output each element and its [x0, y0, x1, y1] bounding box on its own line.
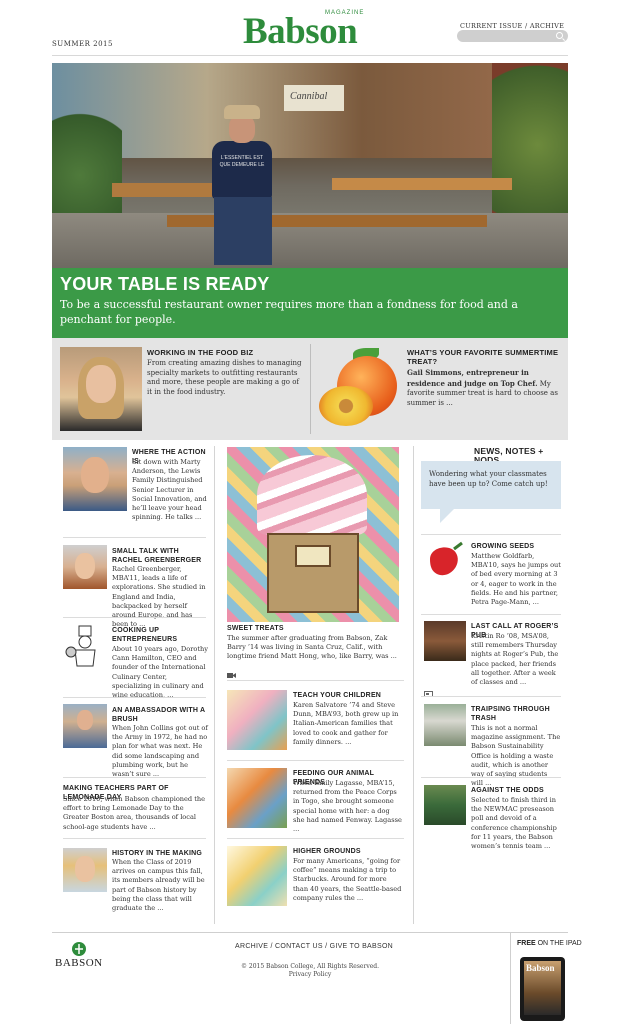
hero-image[interactable]: Cannibal L'ESSENTIEL EST QUE DEMEURE LE [52, 63, 568, 268]
feature-strip: WORKING IN THE FOOD BIZ From creating am… [52, 338, 568, 440]
video-icon[interactable] [227, 664, 236, 678]
item-text: Sit down with Marty Anderson, the Lewis … [132, 458, 207, 522]
speech-bubble-tail-icon [440, 509, 454, 523]
ipad-rest-label: ON THE IPAD [535, 940, 582, 947]
thumb-against-odds[interactable] [424, 785, 466, 825]
thumb-traipsing-trash[interactable] [424, 704, 466, 746]
hero-subtitle: To be a successful restaurant owner requ… [60, 298, 518, 326]
header-divider [52, 55, 568, 56]
babson-seal-icon [72, 942, 86, 956]
peach-illustration[interactable] [317, 346, 403, 430]
item-text: When Emily Lagasse, MBA’15, returned fro… [293, 779, 402, 834]
classmates-bubble[interactable]: Wondering what your classmates have been… [421, 461, 561, 509]
thumb-rachel-greenberger[interactable] [63, 545, 107, 589]
sweet-treats-illustration[interactable] [227, 447, 399, 622]
thumb-marty-anderson[interactable] [63, 447, 127, 511]
footer-contact-link[interactable]: CONTACT US [275, 943, 323, 950]
item-text: Selected to finish third in the NEWMAC p… [471, 796, 557, 851]
thumb-higher-grounds[interactable] [227, 846, 287, 906]
footer-links: ARCHIVE / CONTACT US / GIVE TO BABSON [235, 943, 393, 950]
ipad-cover-title: Babson [526, 963, 555, 973]
gallery-icon[interactable] [424, 682, 433, 697]
item-text: When John Collins got out of the Army in… [112, 724, 208, 779]
item-text: This is not a normal magazine assignment… [471, 724, 561, 788]
item-title[interactable]: COOKING UP ENTREPRENEURS [112, 626, 207, 644]
feature-title-food-biz[interactable]: WORKING IN THE FOOD BIZ [147, 348, 297, 357]
ice-cream-cone [257, 455, 367, 535]
copyright: © 2015 Babson College, All Rights Reserv… [240, 963, 380, 970]
hero-title[interactable]: YOUR TABLE IS READY [60, 274, 269, 295]
link-separator: / [270, 943, 273, 950]
hat [224, 105, 260, 119]
issue-date: SUMMER 2015 [52, 40, 113, 48]
link-separator: / [325, 943, 328, 950]
restaurant-sign: Cannibal [284, 85, 344, 111]
item-text: Karen Salvatore ’74 and Steve Dunn, MBA’… [293, 701, 399, 746]
item-text: When the Class of 2019 arrives on campus… [112, 858, 205, 913]
footer-divider [52, 932, 568, 933]
thumb-growing-seeds[interactable] [424, 541, 466, 581]
item-text: Kristin Ro ’08, MSA’08, still remembers … [471, 632, 559, 687]
feature-divider [310, 344, 311, 434]
logo-wordmark: Babson [243, 11, 358, 52]
item-title[interactable]: GROWING SEEDS [471, 542, 563, 551]
current-issue-link[interactable]: CURRENT ISSUE [460, 22, 523, 30]
privacy-policy-link[interactable]: Privacy Policy [200, 971, 420, 979]
chef-drawing-icon [65, 625, 96, 667]
ipad-promo-label: FREE ON THE IPAD [517, 940, 582, 947]
feature-image-woman[interactable] [60, 347, 142, 431]
item-text: About 10 years ago, Dorothy Cann Hamilto… [112, 645, 208, 700]
item-title[interactable]: SMALL TALK WITH RACHEL GREENBERGER [112, 547, 207, 565]
footer-legal: © 2015 Babson College, All Rights Reserv… [200, 963, 420, 979]
column-divider-1 [214, 446, 215, 924]
search-icon[interactable] [556, 32, 563, 39]
item-title[interactable]: SWEET TREATS [227, 624, 399, 633]
item-title[interactable]: HISTORY IN THE MAKING [112, 849, 207, 858]
item-title[interactable]: TRAIPSING THROUGH TRASH [471, 705, 563, 723]
search-input[interactable] [457, 30, 568, 42]
feature-lead: Gail Simmons, entrepreneur in residence … [407, 368, 538, 388]
site-header: SUMMER 2015 MAGAZINE Babson CURRENT ISSU… [0, 0, 622, 56]
feature-title-summertime[interactable]: WHAT’S YOUR FAVORITE SUMMERTIME TREAT? [407, 348, 562, 366]
ipad-free-label: FREE [517, 940, 536, 947]
bubble-text: Wondering what your classmates have been… [429, 470, 548, 488]
ipad-app-link[interactable]: Babson [520, 957, 565, 1021]
item-text: The summer after graduating from Babson,… [227, 634, 397, 661]
thumb-animal-friends[interactable] [227, 768, 287, 828]
footer-archive-link[interactable]: ARCHIVE [235, 943, 268, 950]
chef-portrait: L'ESSENTIEL EST QUE DEMEURE LE [202, 105, 282, 265]
thumb-teach-children[interactable] [227, 690, 287, 750]
pepper-icon [430, 541, 463, 576]
column-divider-2 [413, 446, 414, 924]
item-text: Matthew Goldfarb, MBA’10, says he jumps … [471, 552, 561, 607]
hero-caption-band[interactable]: YOUR TABLE IS READY To be a successful r… [52, 268, 568, 338]
item-title[interactable]: HIGHER GROUNDS [293, 847, 403, 856]
thumb-class-2019[interactable] [63, 848, 107, 892]
feature-text-food-biz: From creating amazing dishes to managing… [147, 359, 302, 396]
sign-text: Cannibal [290, 91, 328, 102]
thumb-chef-illustration[interactable] [63, 624, 107, 668]
babson-magazine-logo[interactable]: MAGAZINE Babson [243, 10, 379, 52]
footer-logo-text: BABSON [55, 957, 103, 969]
babson-college-logo[interactable]: BABSON [55, 941, 107, 971]
item-title[interactable]: TEACH YOUR CHILDREN [293, 691, 403, 700]
shirt-text: L'ESSENTIEL EST QUE DEMEURE LE [219, 155, 265, 168]
footer-vertical-divider [510, 933, 511, 1024]
item-title[interactable]: AGAINST THE ODDS [471, 786, 563, 795]
archive-link[interactable]: ARCHIVE [530, 22, 564, 30]
item-title[interactable]: AN AMBASSADOR WITH A BRUSH [112, 706, 207, 724]
item-text: For many Americans, “going for coffee” m… [293, 857, 402, 902]
link-separator: / [524, 22, 528, 30]
thumb-john-collins[interactable] [63, 704, 107, 748]
item-text: Rachel Greenberger, MBA’11, leads a life… [112, 565, 206, 629]
feature-text-summertime: Gail Simmons, entrepreneur in residence … [407, 368, 563, 408]
footer-give-link[interactable]: GIVE TO BABSON [330, 943, 393, 950]
thumb-rogers-pub[interactable] [424, 621, 466, 661]
item-text: Since 2010, when Babson championed the e… [63, 795, 206, 831]
issue-links: CURRENT ISSUE / ARCHIVE [460, 22, 564, 30]
